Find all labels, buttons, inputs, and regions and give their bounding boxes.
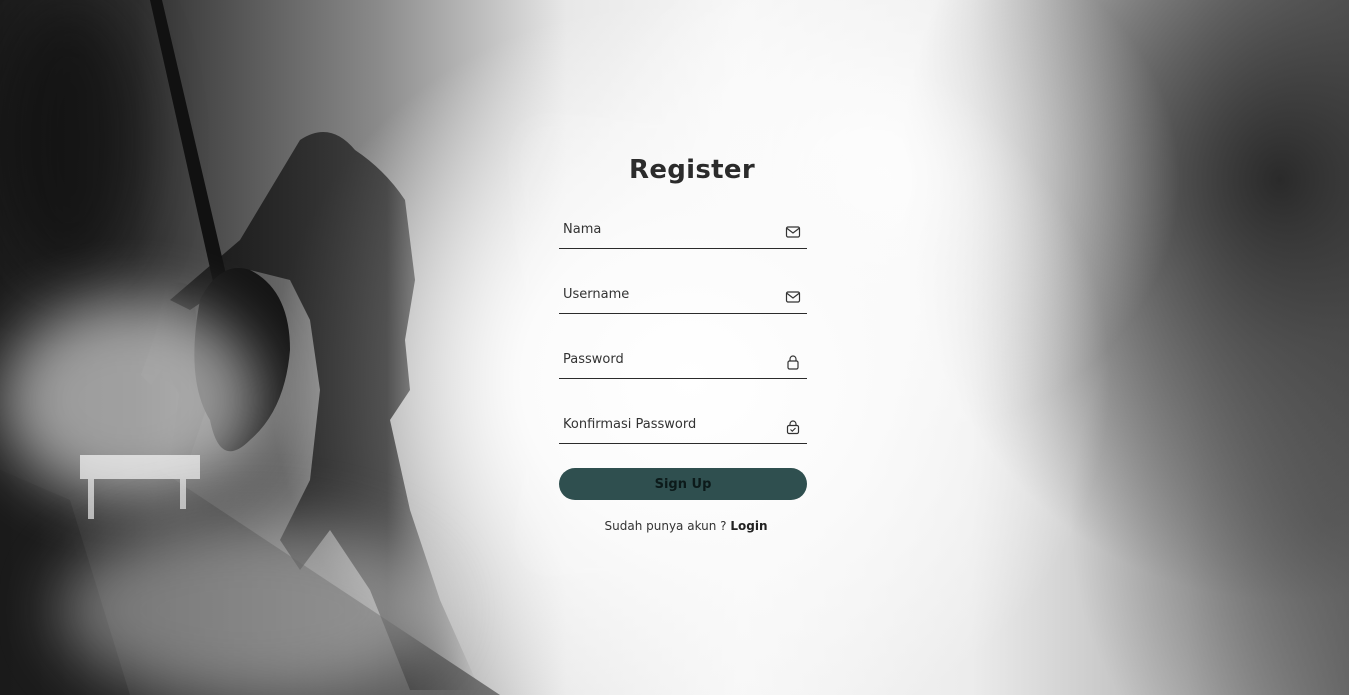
name-input[interactable] [563, 219, 778, 239]
confirm-password-input[interactable] [563, 414, 778, 434]
login-link[interactable]: Login [730, 519, 767, 533]
password-field[interactable] [559, 345, 807, 379]
register-title-wrap: Register [0, 155, 1349, 185]
envelope-icon [785, 291, 801, 303]
register-page: Register Sign Up Sudah punya akun ? [0, 0, 1349, 695]
sign-up-button[interactable]: Sign Up [559, 468, 807, 500]
lock-icon [787, 355, 799, 370]
name-field[interactable] [559, 215, 807, 249]
password-input[interactable] [563, 349, 778, 369]
register-title: Register [629, 155, 755, 185]
username-field[interactable] [559, 280, 807, 314]
username-input[interactable] [563, 284, 778, 304]
background-haze [0, 300, 260, 500]
background-haze [60, 520, 440, 695]
confirm-password-field[interactable] [559, 410, 807, 444]
login-prompt: Sudah punya akun ? Login [529, 519, 843, 533]
login-prompt-text: Sudah punya akun ? [604, 519, 731, 533]
lock-check-icon [786, 420, 800, 435]
envelope-icon [785, 226, 801, 238]
